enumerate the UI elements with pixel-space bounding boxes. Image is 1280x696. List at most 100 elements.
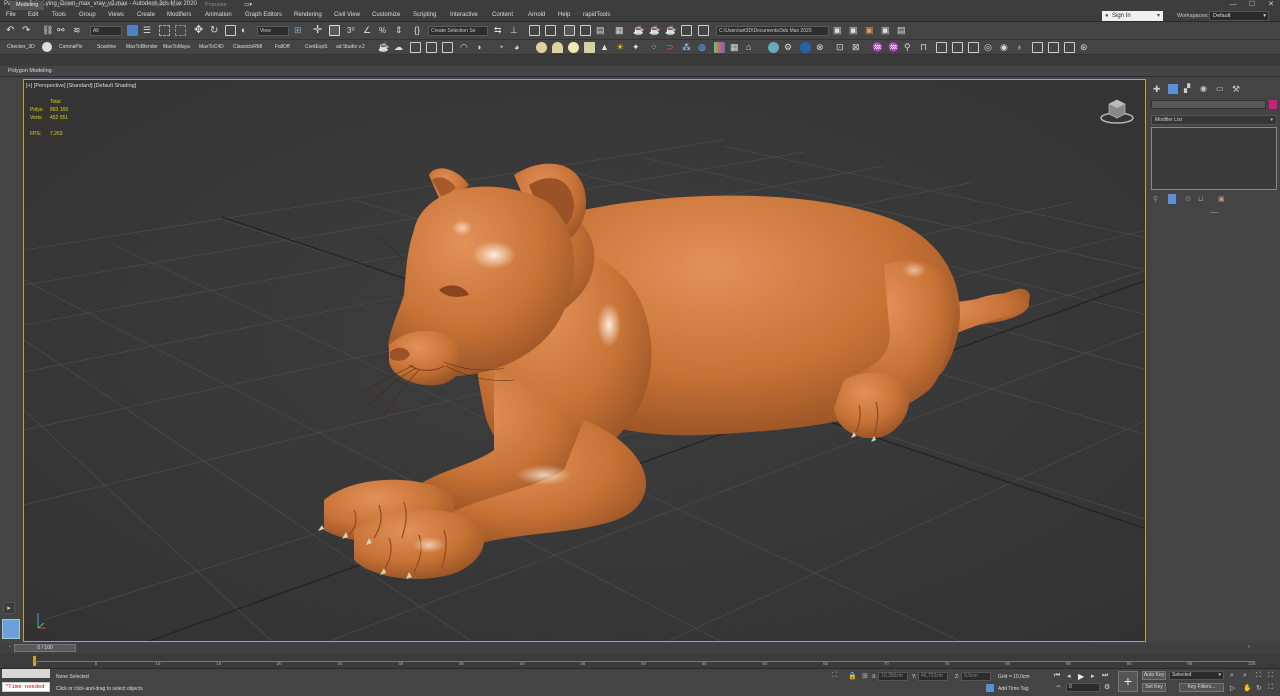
named-selection-set-select[interactable]: Create Selection Se (428, 26, 488, 36)
viewport-layout-icon[interactable] (1032, 42, 1043, 53)
color-palette-icon[interactable] (714, 42, 725, 53)
previous-frame-icon[interactable]: ◂ (1067, 672, 1071, 680)
render-setup-icon[interactable]: ▦ (615, 25, 626, 36)
key-set-select[interactable]: Selected ▾ (1169, 671, 1224, 680)
minimize-button[interactable]: — (1224, 0, 1242, 10)
eye-icon[interactable]: ⊛ (1080, 42, 1091, 53)
tab-selection[interactable]: Selection (104, 2, 127, 8)
spot-light-icon[interactable]: ✦ (632, 42, 643, 53)
render-production-icon[interactable]: ☕ (649, 25, 660, 36)
render-in-cloud-icon[interactable] (698, 25, 709, 36)
menu-animation[interactable]: Animation (205, 12, 232, 18)
particle-icon[interactable]: ⁘ (650, 42, 661, 53)
workspace-select[interactable]: Default ▾ (1209, 11, 1269, 21)
tab-freeform[interactable]: Freeform (58, 2, 80, 8)
select-by-name-icon[interactable]: ☰ (143, 25, 154, 36)
modifier-stack[interactable] (1151, 127, 1277, 190)
menu-graph-editors[interactable]: Graph Editors (245, 12, 282, 18)
maxscript-listener-top[interactable] (2, 669, 50, 678)
link-icon[interactable]: ⛓ (42, 25, 53, 36)
y-coordinate-field[interactable]: 46,723cm (918, 672, 948, 681)
go-to-end-icon[interactable]: ⏭ (1102, 672, 1108, 680)
sign-in-button[interactable]: ● Sign In ▾ (1102, 11, 1163, 21)
archive-icon[interactable]: ▣ (881, 25, 892, 36)
set-keys-icon[interactable]: + (1118, 671, 1138, 692)
uv-icon[interactable]: ⊡ (836, 42, 847, 53)
select-object-icon[interactable] (127, 25, 138, 36)
menu-modifiers[interactable]: Modifiers (167, 12, 191, 18)
time-slider-thumb[interactable]: 0 / 100 (14, 644, 76, 652)
grid-icon[interactable] (442, 42, 453, 53)
maximize-viewport-icon[interactable]: ⛶ (1268, 684, 1273, 692)
current-frame-field[interactable]: 0 (1066, 683, 1100, 692)
show-end-result-icon[interactable] (1168, 194, 1176, 204)
fur-icon[interactable]: ♒ (888, 42, 899, 53)
reference-coordinate-select[interactable]: View (257, 26, 289, 36)
zoom-extents-icon[interactable]: ⛶ (1256, 672, 1261, 680)
polygon-modeling-label[interactable]: Polygon Modeling (8, 68, 52, 74)
orbit-icon[interactable]: ↻ (1256, 684, 1262, 692)
menu-customize[interactable]: Customize (372, 12, 400, 18)
contexps-button[interactable]: ContExpS (305, 44, 328, 50)
classic-to-rmi-button[interactable]: ClassictoRMI (233, 44, 262, 50)
coronapix-button[interactable]: CoronaPix (59, 44, 82, 50)
render-iterative-icon[interactable]: ☕ (665, 25, 676, 36)
bind-space-warp-icon[interactable]: ≋ (73, 25, 84, 36)
snaps-toggle-icon[interactable]: 3⁰ (347, 25, 358, 36)
place-icon[interactable]: ◐ (241, 25, 252, 36)
add-time-tag-button[interactable]: Add Time Tag (998, 686, 1028, 692)
next-frame-arrow-icon[interactable]: › (1248, 644, 1253, 652)
zoom-icon[interactable]: ⌕ (1230, 672, 1234, 680)
rect-light-icon[interactable] (584, 42, 595, 53)
z-coordinate-field[interactable]: 0,0cm (961, 672, 991, 681)
camera-icon[interactable]: ⌂ (746, 42, 757, 53)
auto-key-button[interactable]: Auto Key (1142, 671, 1166, 680)
modifier-list-select[interactable]: Modifier List ▾ (1151, 115, 1277, 125)
wire-icon[interactable]: ⊗ (816, 42, 827, 53)
expand-arrow-icon[interactable]: ▸ (3, 602, 15, 614)
project-folder-select[interactable]: C:\Users\art3D\Documents\3ds Max 2020 (716, 26, 829, 36)
time-configuration-icon[interactable]: ⚙ (1104, 683, 1110, 691)
configure-sets-icon[interactable]: ▣ (1218, 195, 1225, 203)
save-icon[interactable]: ▣ (849, 25, 860, 36)
redo-icon[interactable]: ↷ (22, 25, 33, 36)
menu-content[interactable]: Content (492, 12, 513, 18)
ad-studio-button[interactable]: ad Studio v.2 (336, 44, 365, 50)
magnet-icon[interactable]: ⊃ (666, 42, 677, 53)
layer-explorer-icon[interactable] (529, 25, 540, 36)
menu-rapidtools[interactable]: rapidTools (583, 12, 610, 18)
select-manipulate-icon[interactable]: ✛ (313, 25, 324, 36)
hemisphere-icon[interactable] (552, 42, 563, 53)
tab-object-paint[interactable]: Object Paint (150, 2, 180, 8)
close-button[interactable]: ✕ (1262, 0, 1280, 10)
circle-icon[interactable]: ◎ (984, 42, 995, 53)
menu-help[interactable]: Help (558, 12, 570, 18)
key-mode-icon[interactable]: ⇔ (1055, 683, 1062, 690)
zoom-extents-all-icon[interactable]: ⛶ (1268, 672, 1273, 680)
motion-tab-icon[interactable]: ◉ (1200, 84, 1207, 93)
unlink-icon[interactable]: ⚯ (57, 25, 68, 36)
angle-snap-icon[interactable]: ∠ (363, 25, 374, 36)
schematic-view-icon[interactable] (580, 25, 591, 36)
isolate-selection-icon[interactable]: ⛶ (832, 672, 837, 680)
hair-icon[interactable]: ♒ (872, 42, 883, 53)
menu-civil-view[interactable]: Civil View (334, 12, 360, 18)
vray-frame-buffer-icon[interactable] (681, 25, 692, 36)
shell-icon[interactable]: ◕ (514, 42, 525, 53)
rotate-icon[interactable]: ↻ (210, 25, 221, 36)
spinner-snap-icon[interactable]: ⇕ (395, 25, 406, 36)
track-bar[interactable] (0, 654, 1280, 668)
safe-frame-icon[interactable] (1048, 42, 1059, 53)
cloud-icon[interactable]: ☁ (394, 42, 405, 53)
hierarchy-tab-icon[interactable]: ▞ (1184, 84, 1190, 93)
menu-views[interactable]: Views (108, 12, 124, 18)
undo-icon[interactable]: ↶ (6, 25, 17, 36)
modify-tab-icon[interactable] (1168, 84, 1178, 94)
rig-icon[interactable]: ⚙ (784, 42, 795, 53)
create-tab-icon[interactable]: ✚ (1153, 84, 1161, 95)
percent-snap-icon[interactable]: % (379, 25, 390, 36)
move-icon[interactable]: ✥ (194, 25, 205, 36)
utilities-tab-icon[interactable]: ⚒ (1232, 84, 1240, 95)
key-filters-button[interactable]: Key Filters... (1179, 683, 1224, 692)
zoom-all-icon[interactable]: ⌕ (1243, 672, 1247, 680)
